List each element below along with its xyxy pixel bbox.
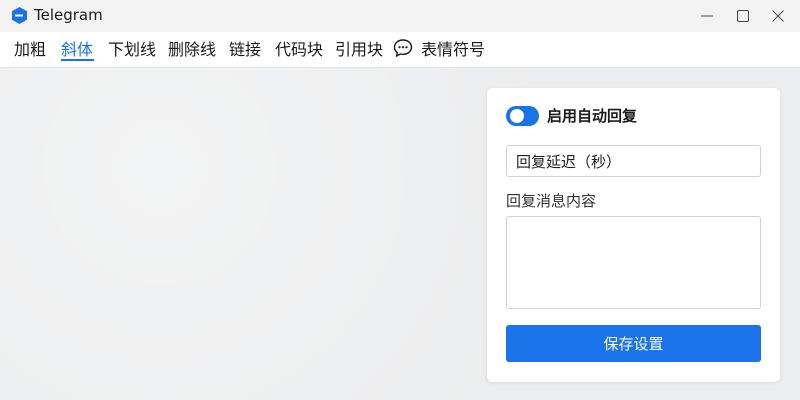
title-bar: Telegram bbox=[0, 0, 800, 32]
toggle-knob bbox=[510, 109, 524, 123]
minimize-button[interactable] bbox=[690, 0, 724, 32]
toolbar-bold[interactable]: 加粗 bbox=[14, 39, 46, 61]
reply-content-label: 回复消息内容 bbox=[506, 192, 597, 210]
toolbar-italic[interactable]: 斜体 bbox=[61, 39, 93, 61]
auto-reply-toggle-label: 启用自动回复 bbox=[547, 107, 638, 125]
toolbar-strikethrough[interactable]: 删除线 bbox=[168, 39, 216, 61]
auto-reply-panel: 启用自动回复 回复消息内容 保存设置 bbox=[487, 88, 780, 382]
toolbar-link[interactable]: 链接 bbox=[229, 39, 261, 61]
window-title: Telegram bbox=[34, 6, 103, 24]
close-icon bbox=[772, 10, 784, 22]
save-settings-button[interactable]: 保存设置 bbox=[506, 325, 761, 362]
telegram-hexagon-icon bbox=[12, 7, 27, 24]
reply-delay-input[interactable] bbox=[506, 145, 761, 177]
auto-reply-toggle[interactable] bbox=[506, 106, 539, 126]
reply-content-textarea[interactable] bbox=[506, 216, 761, 309]
minimize-icon bbox=[701, 15, 713, 17]
close-button[interactable] bbox=[761, 0, 795, 32]
maximize-icon bbox=[737, 10, 749, 22]
toolbar-code-block[interactable]: 代码块 bbox=[275, 39, 323, 61]
toolbar-underline[interactable]: 下划线 bbox=[108, 39, 156, 61]
toolbar-quote-block[interactable]: 引用块 bbox=[335, 39, 383, 61]
speech-bubble-icon[interactable] bbox=[393, 38, 413, 58]
toolbar-emoji[interactable]: 表情符号 bbox=[421, 39, 485, 61]
active-tab-indicator bbox=[61, 59, 94, 61]
maximize-button[interactable] bbox=[726, 0, 760, 32]
